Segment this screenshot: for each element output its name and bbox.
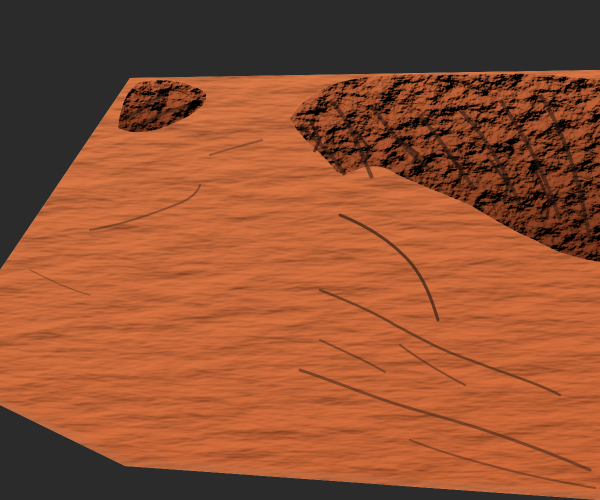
terrain-render <box>0 70 600 500</box>
terrain-viewport[interactable] <box>0 0 600 500</box>
